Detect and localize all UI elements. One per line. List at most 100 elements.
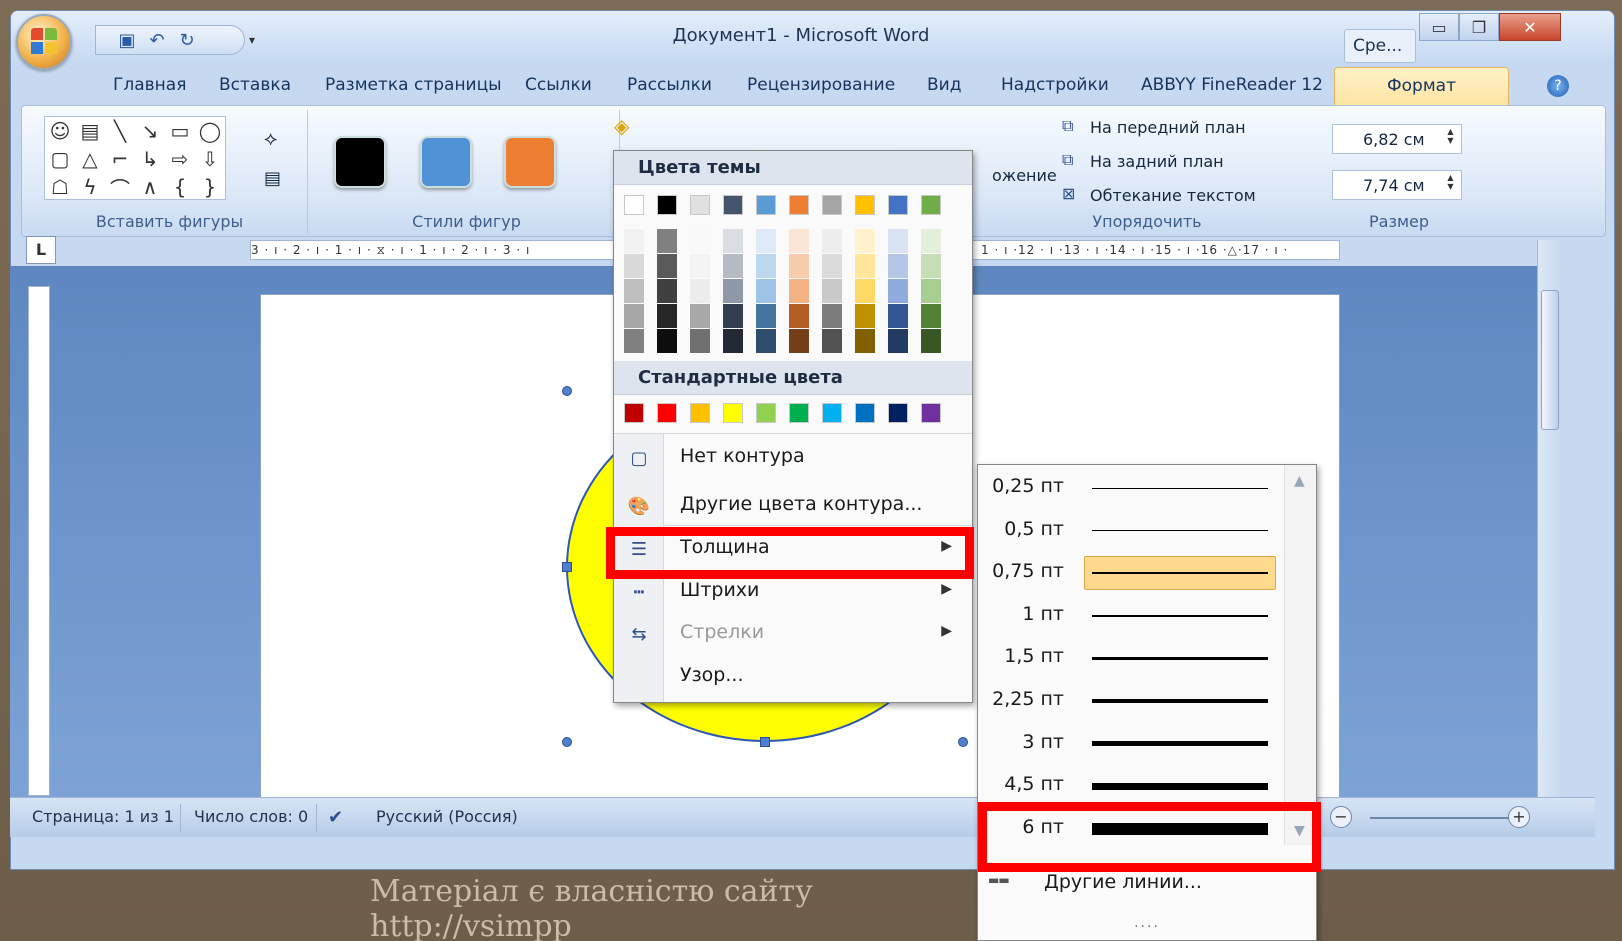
textbox-shape-icon[interactable]: ▤ [75, 117, 105, 145]
theme-color-shade[interactable] [822, 304, 842, 328]
shapes-gallery[interactable]: ☺ ▤ ╲ ↘ ▭ ◯ ▢ △ ⌐ ↳ ⇨ ⇩ ☖ ϟ ⌒ ∧ {} [44, 116, 226, 201]
weight-option[interactable]: 3 пт [978, 723, 1288, 765]
rectangle-shape-icon[interactable]: ▭ [165, 117, 195, 145]
theme-color-shade[interactable] [657, 229, 677, 253]
standard-color-swatch[interactable] [822, 403, 842, 423]
menu-item[interactable]: 🎨 Другие цвета контура... [614, 485, 972, 527]
theme-color-shade[interactable] [723, 304, 743, 328]
theme-color-shade[interactable] [855, 279, 875, 303]
close-button[interactable]: ✕ [1499, 13, 1561, 41]
weight-option[interactable]: 0,25 пт [978, 467, 1288, 509]
proofing-check-icon[interactable]: ✔ [328, 807, 343, 828]
smiley-shape-icon[interactable]: ☺ [45, 117, 75, 145]
theme-color-shade[interactable] [855, 329, 875, 353]
theme-color-shade[interactable] [789, 279, 809, 303]
theme-color-shade[interactable] [855, 304, 875, 328]
left-brace-shape-icon[interactable]: { [165, 173, 195, 201]
triangle-shape-icon[interactable]: △ [75, 145, 105, 173]
theme-color-shade[interactable] [624, 329, 644, 353]
tab-page-layout[interactable]: Разметка страницы [325, 75, 502, 95]
shape-style-black[interactable] [334, 136, 386, 188]
arc-shape-icon[interactable]: ⌒ [105, 173, 135, 201]
theme-color-shade[interactable] [624, 254, 644, 278]
tab-review[interactable]: Рецензирование [747, 75, 895, 95]
theme-color-shade[interactable] [624, 279, 644, 303]
standard-color-swatch[interactable] [855, 403, 875, 423]
theme-color-shade[interactable] [657, 279, 677, 303]
theme-color-shade[interactable] [888, 304, 908, 328]
standard-color-swatch[interactable] [789, 403, 809, 423]
height-spinner[interactable]: 6,82 см [1332, 124, 1462, 154]
theme-color-shade[interactable] [789, 254, 809, 278]
theme-color-shade[interactable] [888, 229, 908, 253]
fill-bucket-icon[interactable]: ◈ [614, 114, 629, 138]
theme-color-shade[interactable] [690, 329, 710, 353]
rounded-rect-shape-icon[interactable]: ▢ [45, 145, 75, 173]
draw-textbox-icon[interactable]: ▤ [264, 168, 281, 189]
width-spinner[interactable]: 7,74 см [1332, 170, 1462, 200]
menu-item[interactable]: Узор... [614, 656, 972, 698]
theme-color-shade[interactable] [657, 329, 677, 353]
theme-color-shade[interactable] [624, 304, 644, 328]
standard-color-swatch[interactable] [657, 403, 677, 423]
line-shape-icon[interactable]: ╲ [105, 117, 135, 145]
text-wrap-button[interactable]: Обтекание текстом [1090, 186, 1256, 205]
theme-color-swatch[interactable] [789, 195, 809, 215]
lightning-shape-icon[interactable]: ϟ [75, 173, 105, 201]
elbow-connector-shape-icon[interactable]: ⌐ [105, 145, 135, 173]
resize-handle-bottom-left[interactable] [562, 737, 572, 747]
freeform-shape-icon[interactable]: ☖ [45, 173, 75, 201]
weight-option[interactable]: 1 пт [978, 595, 1288, 637]
bring-front-button[interactable]: На передний план [1090, 118, 1246, 137]
theme-color-shade[interactable] [690, 254, 710, 278]
theme-color-swatch[interactable] [855, 195, 875, 215]
theme-color-shade[interactable] [921, 279, 941, 303]
theme-color-shade[interactable] [789, 304, 809, 328]
theme-color-shade[interactable] [888, 329, 908, 353]
theme-color-shade[interactable] [822, 229, 842, 253]
theme-color-shade[interactable] [855, 229, 875, 253]
theme-color-shade[interactable] [789, 229, 809, 253]
curve-shape-icon[interactable]: ∧ [135, 173, 165, 201]
theme-color-shade[interactable] [921, 229, 941, 253]
shape-style-orange[interactable] [504, 136, 556, 188]
help-icon[interactable]: ? [1547, 75, 1569, 97]
theme-color-shade[interactable] [888, 254, 908, 278]
status-page[interactable]: Страница: 1 из 1 [32, 807, 174, 826]
standard-color-swatch[interactable] [624, 403, 644, 423]
theme-color-shade[interactable] [921, 329, 941, 353]
position-label[interactable]: ожение [992, 166, 1057, 185]
theme-color-shade[interactable] [723, 279, 743, 303]
vertical-ruler[interactable] [28, 286, 50, 796]
weight-option[interactable]: 4,5 пт [978, 765, 1288, 807]
tab-abbyy[interactable]: ABBYY FineReader 12 [1141, 75, 1323, 95]
theme-color-swatch[interactable] [756, 195, 776, 215]
theme-color-shade[interactable] [723, 229, 743, 253]
standard-color-swatch[interactable] [921, 403, 941, 423]
zoom-out-button[interactable]: − [1330, 806, 1352, 828]
tab-mailings[interactable]: Рассылки [627, 75, 712, 95]
send-back-button[interactable]: На задний план [1090, 152, 1224, 171]
menu-item[interactable]: ▢ Нет контура [614, 437, 972, 479]
standard-color-swatch[interactable] [723, 403, 743, 423]
status-words[interactable]: Число слов: 0 [194, 807, 308, 826]
weight-option[interactable]: 1,5 пт [978, 637, 1288, 679]
theme-color-shade[interactable] [657, 304, 677, 328]
theme-color-shade[interactable] [822, 329, 842, 353]
oval-shape-icon[interactable]: ◯ [195, 117, 225, 145]
resize-handle-left[interactable] [562, 562, 572, 572]
tab-home[interactable]: Главная [113, 75, 186, 95]
arrow-line-shape-icon[interactable]: ↘ [135, 117, 165, 145]
theme-color-shade[interactable] [690, 304, 710, 328]
elbow-arrow-shape-icon[interactable]: ↳ [135, 145, 165, 173]
theme-color-shade[interactable] [657, 254, 677, 278]
status-language[interactable]: Русский (Россия) [376, 807, 518, 826]
scroll-up-icon[interactable]: ▲ [1294, 473, 1305, 489]
theme-color-swatch[interactable] [888, 195, 908, 215]
theme-color-shade[interactable] [921, 254, 941, 278]
shape-style-blue[interactable] [420, 136, 472, 188]
theme-color-shade[interactable] [723, 254, 743, 278]
theme-color-swatch[interactable] [921, 195, 941, 215]
tab-view[interactable]: Вид [927, 75, 961, 95]
weight-option[interactable]: 0,5 пт [978, 510, 1288, 552]
